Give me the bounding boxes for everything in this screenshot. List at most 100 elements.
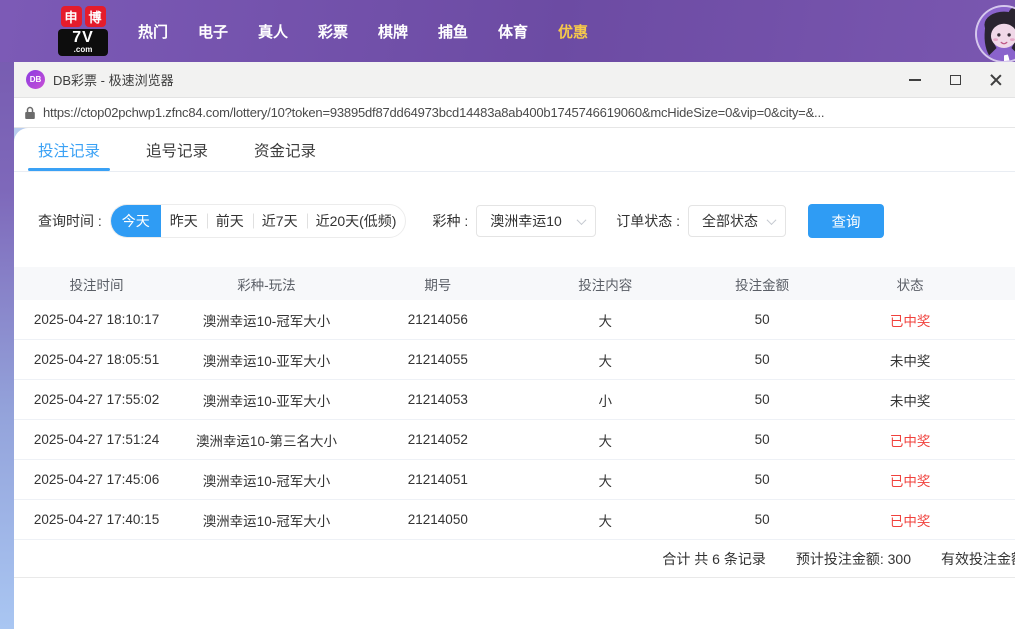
record-tabs: 投注记录 追号记录 资金记录 bbox=[14, 128, 1015, 172]
summary-valid-amount: 有效投注金额 bbox=[941, 550, 1015, 567]
chevron-down-icon bbox=[576, 214, 587, 225]
address-bar[interactable]: https://ctop02pchwp1.zfnc84.com/lottery/… bbox=[14, 98, 1015, 128]
cell-bet-time: 2025-04-27 17:45:06 bbox=[33, 472, 160, 487]
table-row[interactable]: 2025-04-27 17:55:02 澳洲幸运10-亚军大小 21214053… bbox=[14, 380, 1015, 420]
table-header-cell: 期号 bbox=[424, 277, 452, 293]
cell-bet-time: 2025-04-27 17:40:15 bbox=[33, 512, 160, 527]
cell-bet-amount: 50 bbox=[754, 312, 770, 327]
cell-status: 未中奖 bbox=[889, 393, 931, 409]
nav-item[interactable]: 彩票 bbox=[303, 21, 363, 42]
time-range-group: 今天 昨天 前天 近7天 近20天(低频) bbox=[109, 204, 407, 238]
close-button[interactable] bbox=[975, 62, 1015, 98]
logo-badge-right: 博 bbox=[84, 6, 106, 27]
browser-window: DB DB彩票 - 极速浏览器 https://ctop02pchwp1.zfn… bbox=[14, 62, 1015, 629]
time-range-option[interactable]: 近7天 bbox=[253, 205, 307, 237]
close-icon bbox=[989, 73, 1002, 86]
order-status-select[interactable]: 全部状态 bbox=[688, 205, 787, 237]
records-card: 投注记录 追号记录 资金记录 查询时间 : 今天 昨天 前天 近7天 近20天(… bbox=[14, 128, 1015, 629]
minimize-button[interactable] bbox=[895, 62, 935, 98]
time-range-option[interactable]: 近20天(低频) bbox=[307, 205, 406, 237]
cell-issue-number: 21214055 bbox=[407, 352, 468, 367]
table-row[interactable]: 2025-04-27 17:40:15 澳洲幸运10-冠军大小 21214050… bbox=[14, 500, 1015, 540]
cell-issue-number: 21214056 bbox=[407, 312, 468, 327]
cell-lottery-play: 澳洲幸运10-冠军大小 bbox=[202, 513, 331, 529]
bet-records-table: 投注时间 彩种-玩法 期号 投注内容 投注金额 状态 2025-04-27 18… bbox=[14, 267, 1015, 578]
user-avatar[interactable] bbox=[975, 5, 1015, 63]
table-header-row: 投注时间 彩种-玩法 期号 投注内容 投注金额 状态 bbox=[14, 267, 1015, 300]
order-status-value: 全部状态 bbox=[702, 213, 759, 229]
minimize-icon bbox=[909, 78, 921, 81]
lottery-select-value: 澳洲幸运10 bbox=[490, 213, 562, 229]
table-header-cell: 状态 bbox=[896, 277, 924, 293]
cell-bet-content: 小 bbox=[598, 393, 613, 409]
cell-bet-time: 2025-04-27 18:05:51 bbox=[33, 352, 160, 367]
lottery-filter-label: 彩种 : bbox=[432, 213, 469, 229]
cell-bet-time: 2025-04-27 17:51:24 bbox=[33, 432, 160, 447]
maximize-icon bbox=[949, 74, 961, 85]
nav-item[interactable]: 优惠 bbox=[543, 21, 603, 42]
logo-main-text: 7V bbox=[72, 29, 94, 46]
cell-status: 已中奖 bbox=[889, 513, 931, 529]
nav-item[interactable]: 热门 bbox=[123, 21, 183, 42]
cell-status: 未中奖 bbox=[889, 353, 931, 369]
table-row[interactable]: 2025-04-27 18:10:17 澳洲幸运10-冠军大小 21214056… bbox=[14, 300, 1015, 340]
time-filter-label: 查询时间 : bbox=[38, 213, 102, 229]
site-logo[interactable]: 申 博 7V .com bbox=[55, 6, 111, 56]
table-header-cell: 投注时间 bbox=[69, 277, 124, 293]
filter-bar: 查询时间 : 今天 昨天 前天 近7天 近20天(低频) 彩种 : 澳洲幸运10… bbox=[14, 204, 1015, 238]
nav-item[interactable]: 体育 bbox=[483, 21, 543, 42]
main-nav: 热门 电子 真人 彩票 棋牌 捕鱼 体育 优惠 bbox=[123, 21, 603, 42]
table-header-cell: 投注内容 bbox=[578, 277, 633, 293]
cell-bet-amount: 50 bbox=[754, 432, 770, 447]
cell-bet-time: 2025-04-27 18:10:17 bbox=[33, 312, 160, 327]
window-controls bbox=[895, 62, 1015, 98]
lottery-select[interactable]: 澳洲幸运10 bbox=[476, 205, 597, 237]
record-tab[interactable]: 投注记录 bbox=[27, 128, 111, 171]
cell-bet-content: 大 bbox=[598, 313, 613, 329]
window-title-bar[interactable]: DB DB彩票 - 极速浏览器 bbox=[14, 62, 1015, 98]
cell-status: 已中奖 bbox=[889, 433, 931, 449]
site-header: 申 博 7V .com 热门 电子 真人 彩票 棋牌 捕鱼 体育 优惠 bbox=[0, 0, 1015, 63]
table-row[interactable]: 2025-04-27 17:51:24 澳洲幸运10-第三名大小 2121405… bbox=[14, 420, 1015, 460]
record-tab[interactable]: 资金记录 bbox=[254, 128, 316, 171]
nav-item[interactable]: 捕鱼 bbox=[423, 21, 483, 42]
cell-bet-amount: 50 bbox=[754, 352, 770, 367]
cell-lottery-play: 澳洲幸运10-第三名大小 bbox=[195, 433, 337, 449]
url-text[interactable]: https://ctop02pchwp1.zfnc84.com/lottery/… bbox=[43, 105, 824, 120]
cell-bet-amount: 50 bbox=[754, 472, 770, 487]
page-content: 投注记录 追号记录 资金记录 查询时间 : 今天 昨天 前天 近7天 近20天(… bbox=[14, 128, 1015, 629]
time-range-option[interactable]: 前天 bbox=[207, 205, 253, 237]
cell-bet-time: 2025-04-27 17:55:02 bbox=[33, 392, 160, 407]
cell-bet-amount: 50 bbox=[754, 392, 770, 407]
cell-bet-content: 大 bbox=[598, 353, 613, 369]
nav-item[interactable]: 棋牌 bbox=[363, 21, 423, 42]
cell-bet-amount: 50 bbox=[754, 512, 770, 527]
chevron-down-icon bbox=[766, 214, 777, 225]
cell-status: 已中奖 bbox=[889, 313, 931, 329]
table-header-cell: 彩种-玩法 bbox=[237, 277, 296, 293]
cell-lottery-play: 澳洲幸运10-亚军大小 bbox=[202, 393, 331, 409]
table-row[interactable]: 2025-04-27 18:05:51 澳洲幸运10-亚军大小 21214055… bbox=[14, 340, 1015, 380]
table-summary-row: 合计 共 6 条记录 预计投注金额: 300 有效投注金额 bbox=[14, 540, 1015, 578]
cell-lottery-play: 澳洲幸运10-亚军大小 bbox=[202, 353, 331, 369]
logo-sub-text: .com bbox=[73, 45, 93, 54]
time-range-option[interactable]: 今天 bbox=[110, 205, 161, 237]
summary-expected-amount: 预计投注金额: 300 bbox=[795, 550, 911, 567]
cell-issue-number: 21214053 bbox=[407, 392, 468, 407]
record-tab[interactable]: 追号记录 bbox=[146, 128, 208, 171]
maximize-button[interactable] bbox=[935, 62, 975, 98]
cell-issue-number: 21214052 bbox=[407, 432, 468, 447]
cell-issue-number: 21214051 bbox=[407, 472, 468, 487]
cell-issue-number: 21214050 bbox=[407, 512, 468, 527]
window-title: DB彩票 - 极速浏览器 bbox=[53, 73, 174, 88]
nav-item[interactable]: 真人 bbox=[243, 21, 303, 42]
lock-icon bbox=[25, 106, 35, 119]
cell-lottery-play: 澳洲幸运10-冠军大小 bbox=[202, 473, 331, 489]
cell-bet-content: 大 bbox=[598, 513, 613, 529]
time-range-option[interactable]: 昨天 bbox=[161, 205, 207, 237]
table-row[interactable]: 2025-04-27 17:45:06 澳洲幸运10-冠军大小 21214051… bbox=[14, 460, 1015, 500]
cell-bet-content: 大 bbox=[598, 473, 613, 489]
search-button[interactable]: 查询 bbox=[808, 204, 885, 238]
nav-item[interactable]: 电子 bbox=[183, 21, 243, 42]
order-status-label: 订单状态 : bbox=[616, 213, 681, 229]
